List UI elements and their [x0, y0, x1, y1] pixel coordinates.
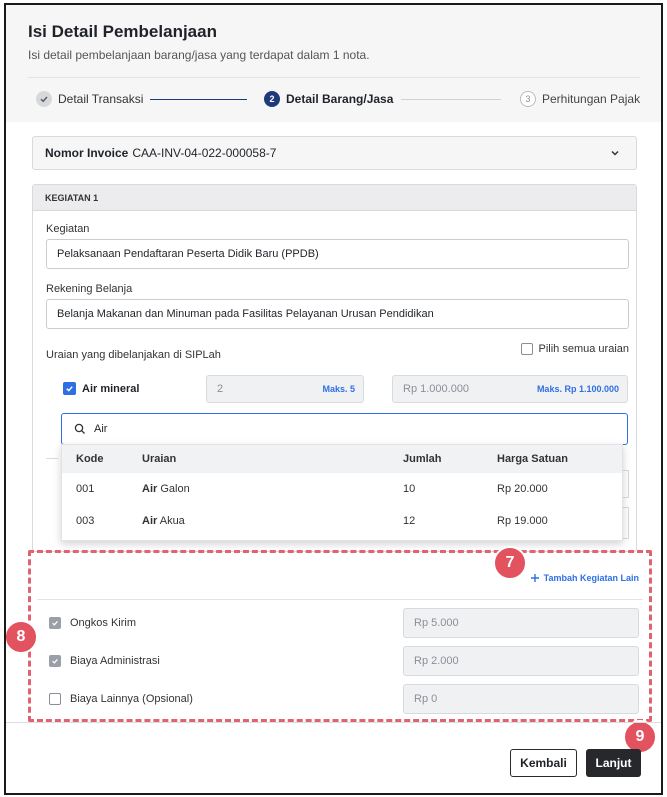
option-uraian-rest: Akua [157, 515, 185, 527]
page-header: Isi Detail Pembelanjaan Isi detail pembe… [6, 5, 661, 122]
rekening-label: Rekening Belanja [46, 283, 133, 295]
tambah-kegiatan-button[interactable]: Tambah Kegiatan Lain [530, 573, 639, 583]
step-number: 2 [264, 91, 280, 107]
dropdown-option-row[interactable]: 001 Air Galon 10 Rp 20.000 [62, 473, 622, 505]
kegiatan-card: KEGIATAN 1 Kegiatan Pelaksanaan Pendafta… [32, 184, 637, 552]
chevron-down-icon[interactable] [610, 147, 620, 161]
option-uraian: Air Galon [142, 483, 403, 495]
footer-divider [6, 722, 661, 723]
item-price-value: Rp 1.000.000 [403, 383, 470, 395]
fee-label: Biaya Lainnya (Opsional) [70, 693, 193, 705]
fee-field-biaya-administrasi[interactable]: Rp 2.000 [403, 646, 639, 676]
annotation-badge-7: 7 [493, 546, 527, 580]
checkbox-unchecked-icon [520, 343, 533, 355]
fee-checkbox-ongkos-kirim[interactable]: Ongkos Kirim [49, 617, 136, 629]
col-header-uraian: Uraian [142, 453, 177, 465]
fee-checkbox-biaya-administrasi[interactable]: Biaya Administrasi [49, 655, 160, 667]
header-divider [28, 77, 640, 78]
option-uraian-match: Air [142, 483, 158, 495]
page-subtitle: Isi detail pembelanjaan barang/jasa yang… [28, 48, 370, 62]
divider [37, 599, 643, 600]
uraian-label: Uraian yang dibelanjakan di SIPLah [46, 349, 221, 361]
step-detail-barang-jasa[interactable]: 2 Detail Barang/Jasa [264, 89, 393, 109]
fee-field-ongkos-kirim[interactable]: Rp 5.000 [403, 608, 639, 638]
invoice-value: CAA-INV-04-022-000058-7 [132, 146, 277, 160]
dropdown-option-row[interactable]: 003 Air Akua 12 Rp 19.000 [62, 505, 622, 537]
checkbox-unchecked-icon [49, 693, 61, 705]
stepper: Detail Transaksi 2 Detail Barang/Jasa 3 … [36, 89, 646, 111]
form-content: Nomor Invoice CAA-INV-04-022-000058-7 KE… [6, 122, 661, 722]
option-harga: Rp 20.000 [497, 483, 548, 495]
item-checkbox-air-mineral[interactable]: Air mineral [63, 382, 139, 395]
item-name: Air mineral [82, 382, 140, 395]
option-kode: 001 [76, 483, 95, 495]
option-jumlah: 12 [403, 515, 416, 527]
step-label: Detail Barang/Jasa [286, 92, 394, 106]
option-uraian-match: Air [142, 515, 158, 527]
fee-label: Ongkos Kirim [70, 617, 137, 629]
item-qty-value: 2 [217, 383, 224, 395]
checkbox-checked-icon [49, 655, 61, 667]
checkbox-checked-icon [49, 617, 61, 629]
step-connector [401, 99, 501, 100]
uraian-search-input[interactable]: Air [61, 413, 628, 445]
fee-checkbox-biaya-lainnya[interactable]: Biaya Lainnya (Opsional) [49, 693, 193, 705]
kegiatan-field[interactable]: Pelaksanaan Pendaftaran Peserta Didik Ba… [46, 239, 629, 269]
col-header-jumlah: Jumlah [403, 453, 442, 465]
plus-icon [530, 573, 540, 583]
annotation-badge-8: 8 [6, 620, 38, 654]
option-uraian: Air Akua [142, 515, 403, 527]
invoice-label: Nomor Invoice [45, 146, 129, 160]
option-uraian-rest: Galon [157, 483, 190, 495]
tambah-label: Tambah Kegiatan Lain [543, 573, 639, 583]
checkbox-checked-icon [63, 382, 76, 395]
page-title: Isi Detail Pembelanjaan [28, 22, 217, 41]
col-header-harga: Harga Satuan [497, 453, 568, 465]
fee-label: Biaya Administrasi [70, 655, 160, 667]
check-icon [36, 91, 52, 107]
step-detail-transaksi[interactable]: Detail Transaksi [36, 89, 143, 109]
search-value: Air [94, 423, 108, 435]
kembali-button[interactable]: Kembali [510, 749, 577, 777]
search-icon [74, 423, 86, 435]
option-jumlah: 10 [403, 483, 416, 495]
pilih-semua-label: Pilih semua uraian [538, 343, 630, 355]
dropdown-header-row: Kode Uraian Jumlah Harga Satuan [62, 445, 622, 473]
kegiatan-heading: KEGIATAN 1 [33, 185, 636, 211]
step-label: Detail Transaksi [58, 92, 144, 106]
divider [46, 458, 58, 459]
option-kode: 003 [76, 515, 95, 527]
rekening-field[interactable]: Belanja Makanan dan Minuman pada Fasilit… [46, 299, 629, 329]
kegiatan-label: Kegiatan [46, 223, 90, 235]
option-harga: Rp 19.000 [497, 515, 548, 527]
item-price-field[interactable]: Rp 1.000.000 Maks. Rp 1.100.000 [392, 375, 628, 403]
step-perhitungan-pajak[interactable]: 3 Perhitungan Pajak [520, 89, 640, 109]
detail-pembelanjaan-window: Isi Detail Pembelanjaan Isi detail pembe… [4, 3, 663, 795]
fee-field-biaya-lainnya[interactable]: Rp 0 [403, 684, 639, 714]
col-header-kode: Kode [76, 453, 104, 465]
step-number: 3 [520, 91, 536, 107]
item-qty-field[interactable]: 2 Maks. 5 [206, 375, 364, 403]
step-connector [150, 99, 247, 100]
annotation-zone-8: Tambah Kegiatan Lain Ongkos Kirim Rp 5.0… [28, 550, 652, 722]
step-label: Perhitungan Pajak [542, 92, 641, 106]
item-price-max: Maks. Rp 1.100.000 [536, 384, 619, 394]
pilih-semua-checkbox[interactable]: Pilih semua uraian [520, 343, 630, 355]
invoice-select[interactable]: Nomor Invoice CAA-INV-04-022-000058-7 [32, 136, 637, 170]
item-qty-max: Maks. 5 [322, 384, 355, 394]
lanjut-button[interactable]: Lanjut [586, 749, 641, 777]
uraian-dropdown: Kode Uraian Jumlah Harga Satuan 001 Air … [61, 444, 623, 541]
